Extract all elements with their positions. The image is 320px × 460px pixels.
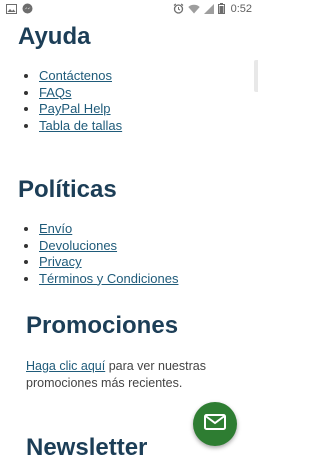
- promociones-heading: Promociones: [26, 312, 179, 339]
- messenger-icon: [22, 3, 33, 14]
- contact-link[interactable]: Contáctenos: [39, 68, 112, 83]
- politicas-links-list: Envío Devoluciones Privacy Términos y Co…: [26, 221, 178, 287]
- list-item: Términos y Condiciones: [39, 271, 178, 288]
- list-item: Contáctenos: [39, 68, 122, 85]
- status-bar: 0:52: [0, 0, 258, 17]
- list-item: Privacy: [39, 254, 178, 271]
- ayuda-links-list: Contáctenos FAQs PayPal Help Tabla de ta…: [26, 68, 122, 134]
- status-time: 0:52: [230, 2, 252, 15]
- privacy-link[interactable]: Privacy: [39, 254, 82, 269]
- shipping-link[interactable]: Envío: [39, 221, 72, 236]
- returns-link[interactable]: Devoluciones: [39, 238, 117, 253]
- battery-icon: [217, 3, 225, 14]
- list-item: FAQs: [39, 85, 122, 102]
- promotions-link[interactable]: Haga clic aquí: [26, 359, 105, 373]
- scroll-edge-indicator: [254, 60, 258, 92]
- gallery-icon: [6, 3, 17, 14]
- wifi-icon: [187, 4, 200, 14]
- list-item: Envío: [39, 221, 178, 238]
- list-item: Devoluciones: [39, 238, 178, 255]
- list-item: Tabla de tallas: [39, 118, 122, 135]
- mail-icon: [204, 413, 226, 435]
- terms-link[interactable]: Términos y Condiciones: [39, 271, 178, 286]
- contact-fab-button[interactable]: [193, 402, 237, 446]
- signal-icon: [203, 3, 214, 14]
- promotions-text: Haga clic aquí para ver nuestras promoci…: [26, 358, 236, 392]
- ayuda-heading: Ayuda: [18, 23, 91, 50]
- politicas-heading: Políticas: [18, 176, 117, 203]
- paypal-help-link[interactable]: PayPal Help: [39, 101, 111, 116]
- alarm-icon: [173, 3, 184, 14]
- newsletter-heading: Newsletter: [26, 434, 148, 460]
- list-item: PayPal Help: [39, 101, 122, 118]
- screen: 0:52 Ayuda Contáctenos FAQs PayPal Help …: [0, 0, 258, 460]
- size-chart-link[interactable]: Tabla de tallas: [39, 118, 122, 133]
- faqs-link[interactable]: FAQs: [39, 85, 72, 100]
